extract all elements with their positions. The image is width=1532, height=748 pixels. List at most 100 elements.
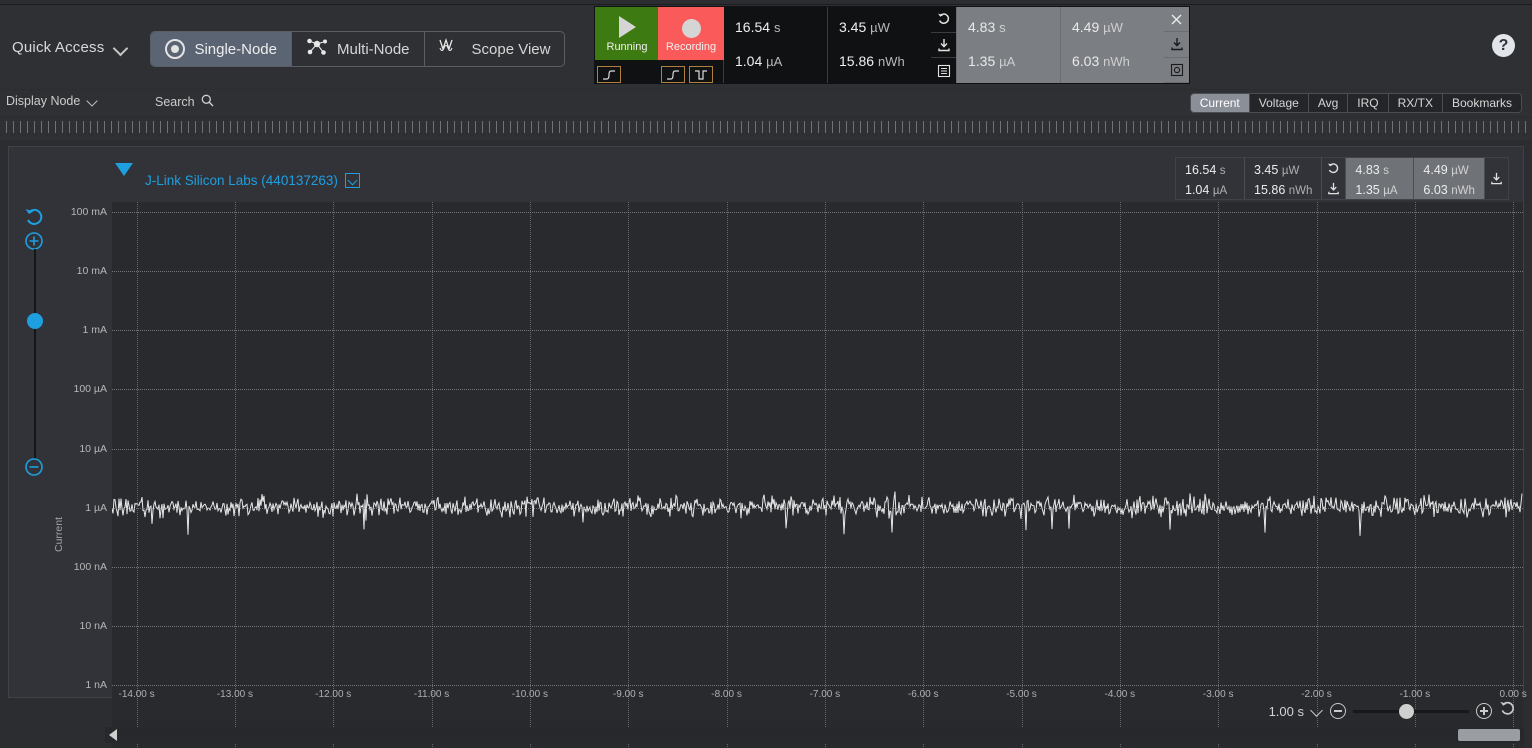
ruler-tick [1056, 121, 1057, 133]
reset-icon[interactable] [931, 7, 956, 33]
tab-scope-view[interactable]: Scope View [425, 32, 565, 66]
zoom-reset-icon[interactable] [1499, 700, 1516, 722]
ruler-tick [55, 121, 56, 133]
save-icon[interactable] [931, 33, 956, 59]
ruler-tick [370, 121, 371, 133]
ruler-tick [1126, 121, 1127, 133]
gridline-vertical [1513, 202, 1515, 748]
ruler-tick [1420, 121, 1421, 133]
help-button[interactable]: ? [1492, 34, 1515, 57]
list-icon[interactable] [931, 58, 956, 83]
ruler-tick [1525, 121, 1526, 133]
chart-save-icon[interactable] [1322, 179, 1345, 200]
ruler-tick [993, 121, 994, 133]
timeline-ruler[interactable] [0, 118, 1532, 140]
quick-access-group[interactable]: Quick Access [0, 5, 128, 90]
y-zoom-slider-track[interactable] [34, 249, 36, 459]
ruler-tick [888, 121, 889, 133]
tab-bookmarks[interactable]: Bookmarks [1442, 94, 1521, 112]
display-node-dropdown[interactable]: Display Node [6, 94, 98, 108]
device-dropdown-icon[interactable] [345, 173, 360, 188]
gridline-vertical [1316, 202, 1318, 748]
marker-actions [1164, 7, 1189, 83]
ruler-tick [1175, 121, 1176, 133]
zoom-slider-track[interactable] [1353, 703, 1469, 719]
tab-avg[interactable]: Avg [1308, 94, 1349, 112]
y-zoom-out-icon[interactable] [24, 457, 46, 479]
y-axis-tick-label: 1 µA [85, 501, 107, 514]
gridline-vertical [431, 202, 433, 748]
chevron-down-icon[interactable] [114, 41, 128, 55]
ruler-tick [692, 121, 693, 133]
ruler-tick [20, 121, 21, 133]
device-name-label[interactable]: J-Link Silicon Labs (440137263) [145, 173, 338, 188]
ruler-tick [1399, 121, 1400, 133]
curve-step-icon[interactable] [597, 66, 621, 83]
save-icon-2[interactable] [1164, 32, 1189, 58]
ruler-tick [1294, 121, 1295, 133]
ruler-tick [13, 121, 14, 133]
horizontal-scrollbar[interactable] [105, 727, 1524, 743]
search-label: Search [155, 95, 195, 109]
chart-live-actions [1321, 158, 1345, 199]
collapse-triangle-icon[interactable] [115, 163, 133, 176]
ruler-tick [279, 121, 280, 133]
ruler-tick [1315, 121, 1316, 133]
zoom-out-button[interactable] [1330, 703, 1346, 719]
gridline-vertical [1119, 202, 1121, 748]
ruler-tick [559, 121, 560, 133]
chart-reset-icon[interactable] [1322, 158, 1345, 179]
snapshot-icon[interactable] [1164, 58, 1189, 83]
ruler-tick [825, 121, 826, 133]
ruler-tick [34, 121, 35, 133]
gridline-vertical [923, 202, 925, 748]
tab-rxtx[interactable]: RX/TX [1388, 94, 1443, 112]
ruler-tick [839, 121, 840, 133]
ruler-tick [1301, 121, 1302, 133]
close-icon[interactable] [1164, 7, 1189, 33]
ruler-tick [41, 121, 42, 133]
ruler-tick [1413, 121, 1414, 133]
y-reset-icon[interactable] [24, 207, 46, 229]
recording-button[interactable]: Recording [658, 7, 724, 83]
scrollbar-thumb[interactable] [1458, 729, 1520, 741]
tab-current[interactable]: Current [1190, 94, 1250, 112]
search-icon [201, 94, 214, 110]
zoom-slider-handle[interactable] [1399, 703, 1414, 719]
ruler-tick [244, 121, 245, 133]
ruler-tick [951, 121, 952, 133]
ruler-tick [384, 121, 385, 133]
ruler-tick [1245, 121, 1246, 133]
x-axis-tick-label: -1.00 s [1399, 689, 1431, 700]
ruler-tick [636, 121, 637, 133]
ruler-tick [1343, 121, 1344, 133]
ruler-tick [1182, 121, 1183, 133]
curve-step-icon-2[interactable] [661, 66, 685, 83]
running-button[interactable]: Running [595, 7, 659, 83]
chart-panel-header: J-Link Silicon Labs (440137263) 16.54 s … [9, 147, 1523, 200]
curve-pulse-icon[interactable] [689, 66, 713, 83]
ruler-tick [398, 121, 399, 133]
chart-live-time: 16.54 s [1185, 163, 1226, 177]
ruler-tick [524, 121, 525, 133]
ruler-tick [1511, 121, 1512, 133]
tab-single-node[interactable]: Single-Node [151, 32, 292, 66]
y-zoom-slider-handle[interactable] [27, 313, 43, 329]
tab-voltage[interactable]: Voltage [1249, 94, 1309, 112]
ruler-tick [713, 121, 714, 133]
ruler-tick [405, 121, 406, 133]
ruler-tick [1077, 121, 1078, 133]
scroll-left-arrow-icon[interactable] [109, 729, 117, 741]
gridline-horizontal [112, 685, 1523, 686]
ruler-tick [1371, 121, 1372, 133]
chart-plot-area[interactable] [112, 202, 1523, 748]
tab-irq[interactable]: IRQ [1348, 94, 1389, 112]
search-control[interactable]: Search [155, 94, 214, 110]
tab-multi-node[interactable]: Multi-Node [292, 32, 425, 66]
ruler-tick [1273, 121, 1274, 133]
zoom-in-button[interactable] [1476, 703, 1492, 719]
chart-marker-save-icon[interactable] [1485, 158, 1508, 199]
running-indicator: Running [595, 7, 659, 60]
ruler-tick [1119, 121, 1120, 133]
zoom-dropdown-icon[interactable] [1311, 705, 1323, 717]
